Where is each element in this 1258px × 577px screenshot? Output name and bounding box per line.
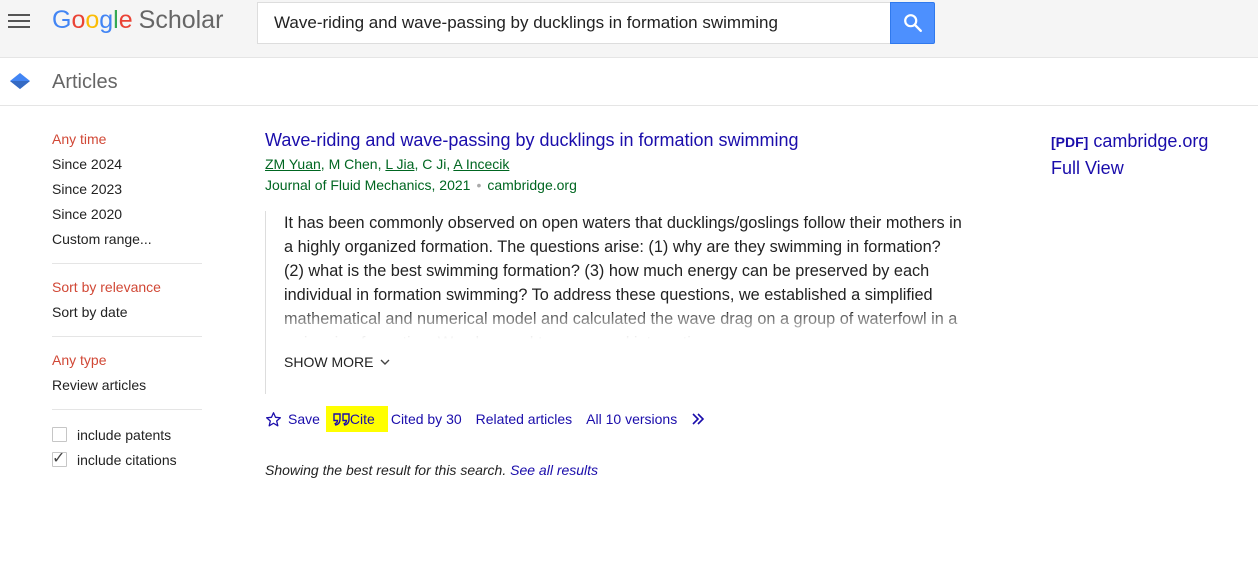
top-bar: Google Scholar	[0, 0, 1258, 58]
filter-any-type[interactable]: Any type	[52, 349, 202, 374]
show-more-button[interactable]: SHOW MORE	[284, 354, 390, 370]
result-domain: cambridge.org	[487, 177, 577, 193]
checkmark-icon: ✓	[52, 450, 66, 467]
checkbox-box[interactable]: ✓	[52, 450, 67, 467]
cited-by-link[interactable]: Cited by 30	[391, 411, 462, 427]
logo-letter: G	[52, 6, 72, 34]
more-actions-button[interactable]	[691, 412, 715, 426]
result-title-link[interactable]: Wave-riding and wave-passing by duckling…	[265, 128, 965, 152]
chevron-down-icon	[380, 359, 390, 365]
best-result-note: Showing the best result for this search.…	[265, 462, 598, 478]
filter-since-2023[interactable]: Since 2023	[52, 178, 202, 203]
sidebar-divider	[52, 263, 202, 264]
sidebar-filters: Any time Since 2024 Since 2023 Since 202…	[52, 128, 202, 472]
sidebar-divider	[52, 409, 202, 410]
cite-button[interactable]: Cite	[325, 406, 388, 432]
search-input[interactable]	[272, 3, 886, 43]
sub-header: Articles	[0, 58, 1258, 106]
filter-since-2020[interactable]: Since 2020	[52, 203, 202, 228]
logo-letter: o	[71, 6, 86, 34]
double-chevron-right-icon	[692, 413, 705, 425]
logo-letter: e	[118, 6, 133, 34]
fulltext-domain: cambridge.org	[1093, 131, 1209, 151]
quote-icon	[333, 412, 350, 426]
checkbox-box[interactable]	[52, 427, 67, 442]
logo-letter: o	[85, 6, 100, 34]
save-label: Save	[288, 411, 320, 427]
star-icon	[265, 411, 282, 426]
see-all-results-link[interactable]: See all results	[510, 462, 598, 478]
scholar-cap-icon	[10, 73, 30, 89]
result-snippet: It has been commonly observed on open wa…	[284, 211, 964, 339]
fulltext-link[interactable]: [PDF] cambridge.org Full View	[1051, 128, 1208, 181]
all-versions-link[interactable]: All 10 versions	[586, 411, 677, 427]
filter-review-articles[interactable]: Review articles	[52, 374, 202, 399]
logo-google-text: Google	[52, 6, 133, 34]
best-result-text: Showing the best result for this search.	[265, 462, 507, 478]
search-box	[257, 2, 890, 44]
separator-dot: •	[476, 177, 482, 193]
pdf-tag: [PDF]	[1051, 134, 1089, 150]
checkbox-label: include citations	[77, 451, 177, 468]
show-more-label: SHOW MORE	[284, 354, 374, 370]
search-button[interactable]	[890, 2, 935, 44]
filter-since-2024[interactable]: Since 2024	[52, 153, 202, 178]
author-name: M Chen	[328, 156, 378, 172]
logo-letter: g	[99, 6, 114, 34]
full-view-link[interactable]: Full View	[1051, 155, 1208, 181]
author-link[interactable]: A Incecik	[453, 156, 509, 172]
google-scholar-logo[interactable]: Google Scholar	[52, 3, 223, 37]
include-patents-checkbox[interactable]: include patents	[52, 422, 202, 447]
filter-custom-range[interactable]: Custom range...	[52, 228, 202, 253]
sidebar-divider	[52, 336, 202, 337]
hamburger-menu-icon[interactable]	[8, 12, 32, 32]
related-articles-link[interactable]: Related articles	[476, 411, 573, 427]
articles-title: Articles	[52, 71, 118, 93]
snippet-container: It has been commonly observed on open wa…	[265, 211, 965, 394]
include-citations-checkbox[interactable]: ✓ include citations	[52, 447, 202, 472]
result-authors: ZM Yuan, M Chen, L Jia, C Ji, A Incecik	[265, 156, 510, 172]
checkbox-label: include patents	[77, 426, 172, 443]
author-name: C Ji	[422, 156, 447, 172]
sort-by-relevance[interactable]: Sort by relevance	[52, 276, 202, 301]
filter-any-time[interactable]: Any time	[52, 128, 202, 153]
magnifier-icon	[904, 14, 922, 32]
author-link[interactable]: ZM Yuan	[265, 156, 321, 172]
author-link[interactable]: L Jia	[385, 156, 414, 172]
cite-label: Cite	[349, 411, 375, 427]
logo-scholar-text: Scholar	[138, 6, 224, 34]
result-venue: Journal of Fluid Mechanics, 2021	[265, 177, 471, 193]
result-actions: Save Cite Cited by 30 Related articles A…	[265, 406, 965, 432]
result-source: Journal of Fluid Mechanics, 2021 • cambrid…	[265, 175, 965, 195]
search-result: Wave-riding and wave-passing by duckling…	[265, 128, 965, 432]
sort-by-date[interactable]: Sort by date	[52, 301, 202, 326]
save-button[interactable]: Save	[265, 411, 320, 428]
